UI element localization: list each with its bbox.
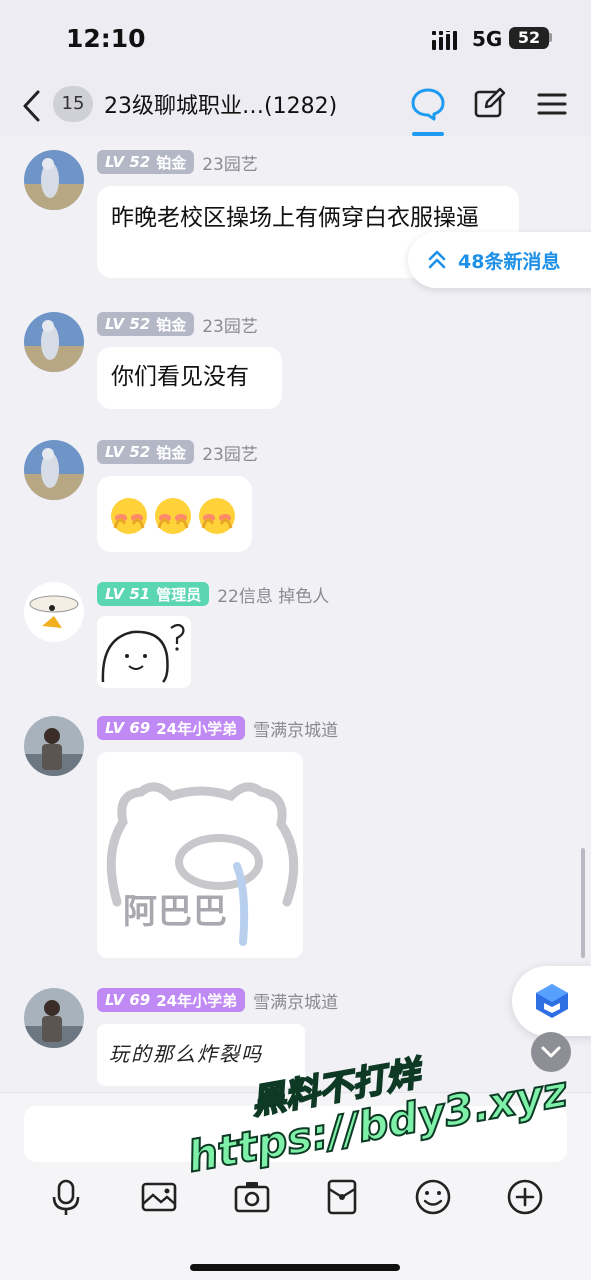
role-text: 铂金 [156,315,187,334]
new-messages-button[interactable]: 48条新消息 [408,232,591,288]
menu-icon[interactable] [534,86,570,122]
level-badge: LV 52 铂金 [97,312,195,336]
home-indicator [190,1264,400,1271]
role-text: 铂金 [156,153,187,172]
message-input[interactable] [24,1106,567,1162]
level-text: LV 52 [105,443,151,461]
group-title[interactable]: 23级聊城职业…(1282) [104,88,337,120]
unread-count-badge[interactable]: 15 [53,86,93,122]
sender-meta: LV 52 铂金 23园艺 [97,440,258,465]
new-messages-label: 48条新消息 [458,250,561,273]
signal-icon [432,31,457,50]
status-time: 12:10 [66,24,146,53]
sender-meta: LV 69 24年小学弟 雪满京城道 [97,716,338,741]
sender-name[interactable]: 23园艺 [202,150,258,175]
battery-nub [549,33,552,42]
input-area [0,1092,591,1280]
shy-face-emoji-icon [111,498,235,534]
sender-meta: LV 69 24年小学弟 雪满京城道 [97,988,338,1013]
sticker-bubble[interactable] [97,476,252,552]
sender-meta: LV 52 铂金 23园艺 [97,312,258,337]
role-text: 管理员 [156,585,202,604]
message-bubble[interactable]: 你们看见没有 [97,347,282,409]
scrollbar-thumb[interactable] [581,848,585,958]
role-text: 24年小学弟 [156,991,238,1010]
avatar[interactable] [24,150,84,210]
sticker-bubble[interactable] [97,616,191,688]
red-packet-icon[interactable] [322,1177,362,1217]
plus-icon[interactable] [505,1177,545,1217]
microphone-icon[interactable] [46,1177,86,1217]
sender-name[interactable]: 雪满京城道 [253,716,338,741]
battery-indicator: 52 [509,27,549,49]
image-icon[interactable] [139,1177,179,1217]
double-chevron-up-icon [428,250,446,269]
scroll-down-icon[interactable] [530,1032,572,1074]
sender-meta: LV 52 铂金 23园艺 [97,150,258,175]
floating-app-button[interactable] [512,966,591,1036]
level-badge: LV 52 铂金 [97,150,195,174]
camera-icon[interactable] [232,1177,272,1217]
chat-header: 15 23级聊城职业…(1282) [0,78,591,136]
level-badge: LV 52 铂金 [97,440,195,464]
status-bar: 12:10 5G 52 [0,0,591,78]
level-text: LV 69 [105,719,151,737]
level-text: LV 52 [105,315,151,333]
sticker-caption: 玩的那么炸裂吗 [109,1042,263,1066]
sticker-bubble[interactable]: 玩的那么炸裂吗 [97,1024,305,1086]
chat-bubble-icon[interactable] [410,86,446,122]
sticker-bubble[interactable]: 阿巴巴 [97,752,303,958]
cube-app-icon [536,984,568,1018]
message-text: 你们看见没有 [111,364,249,390]
level-badge: LV 69 24年小学弟 [97,988,246,1012]
level-text: LV 51 [105,585,151,603]
avatar[interactable] [24,582,84,642]
back-arrow-icon[interactable] [18,86,48,126]
avatar[interactable] [24,716,84,776]
role-text: 铂金 [156,443,187,462]
sender-name[interactable]: 雪满京城道 [253,988,338,1013]
sticker-caption: 阿巴巴 [123,892,228,932]
edit-icon[interactable] [472,86,508,122]
level-badge: LV 69 24年小学弟 [97,716,246,740]
level-badge: LV 51 管理员 [97,582,210,606]
level-text: LV 52 [105,153,151,171]
role-text: 24年小学弟 [156,719,238,738]
level-text: LV 69 [105,991,151,1009]
avatar[interactable] [24,988,84,1048]
sender-name[interactable]: 23园艺 [202,440,258,465]
sender-name[interactable]: 22信息 掉色人 [217,582,329,607]
sender-name[interactable]: 23园艺 [202,312,258,337]
avatar[interactable] [24,312,84,372]
doodle-face-sticker [101,623,185,683]
sender-meta: LV 51 管理员 22信息 掉色人 [97,582,329,607]
network-label: 5G [472,27,503,51]
emoji-icon[interactable] [413,1177,453,1217]
avatar[interactable] [24,440,84,500]
